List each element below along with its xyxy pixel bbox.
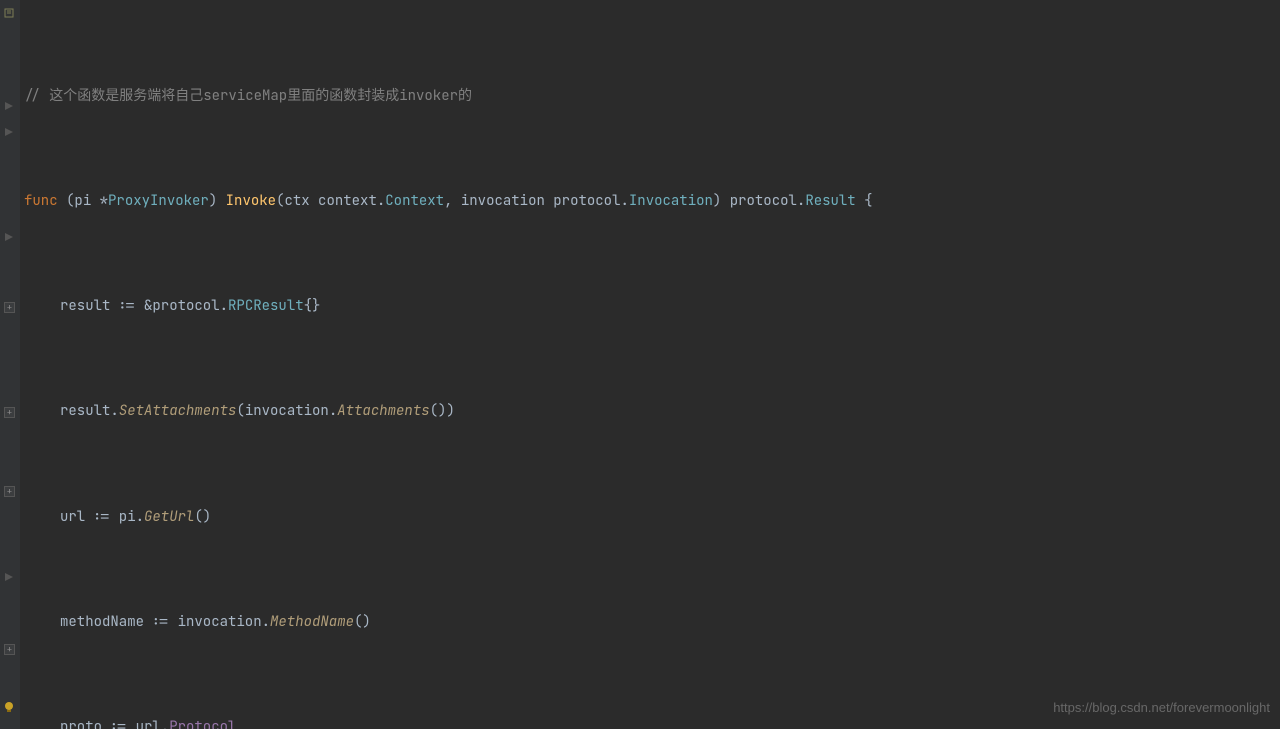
gutter: + + + + <box>0 0 20 729</box>
code-area[interactable]: // 这个函数是服务端将自己serviceMap里面的函数封装成invoker的… <box>20 0 1280 729</box>
code-editor[interactable]: + + + + // 这个函数是服务端将自己serviceMap里面的函数封装成… <box>0 0 1280 729</box>
code-line[interactable]: result.SetAttachments(invocation.Attachm… <box>22 398 1280 424</box>
code-line[interactable]: url := pi.GetUrl() <box>22 504 1280 530</box>
code-line[interactable]: result := &protocol.RPCResult{} <box>22 293 1280 319</box>
code-line[interactable]: // 这个函数是服务端将自己serviceMap里面的函数封装成invoker的 <box>22 83 1280 109</box>
code-line[interactable]: func (pi *ProxyInvoker) Invoke(ctx conte… <box>22 188 1280 214</box>
comment-text: // 这个函数是服务端将自己serviceMap里面的函数封装成invoker的 <box>24 87 472 105</box>
code-line[interactable]: methodName := invocation.MethodName() <box>22 609 1280 635</box>
fold-toggle-icon[interactable]: + <box>4 407 15 418</box>
doc-icon[interactable] <box>3 7 15 19</box>
fold-toggle-icon[interactable]: + <box>4 302 15 313</box>
fold-toggle-icon[interactable]: + <box>4 486 15 497</box>
breakpoint-arrow-icon[interactable] <box>3 126 15 138</box>
breakpoint-arrow-icon[interactable] <box>3 571 15 583</box>
breakpoint-arrow-icon[interactable] <box>3 100 15 112</box>
fold-toggle-icon[interactable]: + <box>4 644 15 655</box>
code-line[interactable]: proto := url.Protocol <box>22 714 1280 729</box>
breakpoint-arrow-icon[interactable] <box>3 231 15 243</box>
lightbulb-icon[interactable] <box>2 697 16 711</box>
